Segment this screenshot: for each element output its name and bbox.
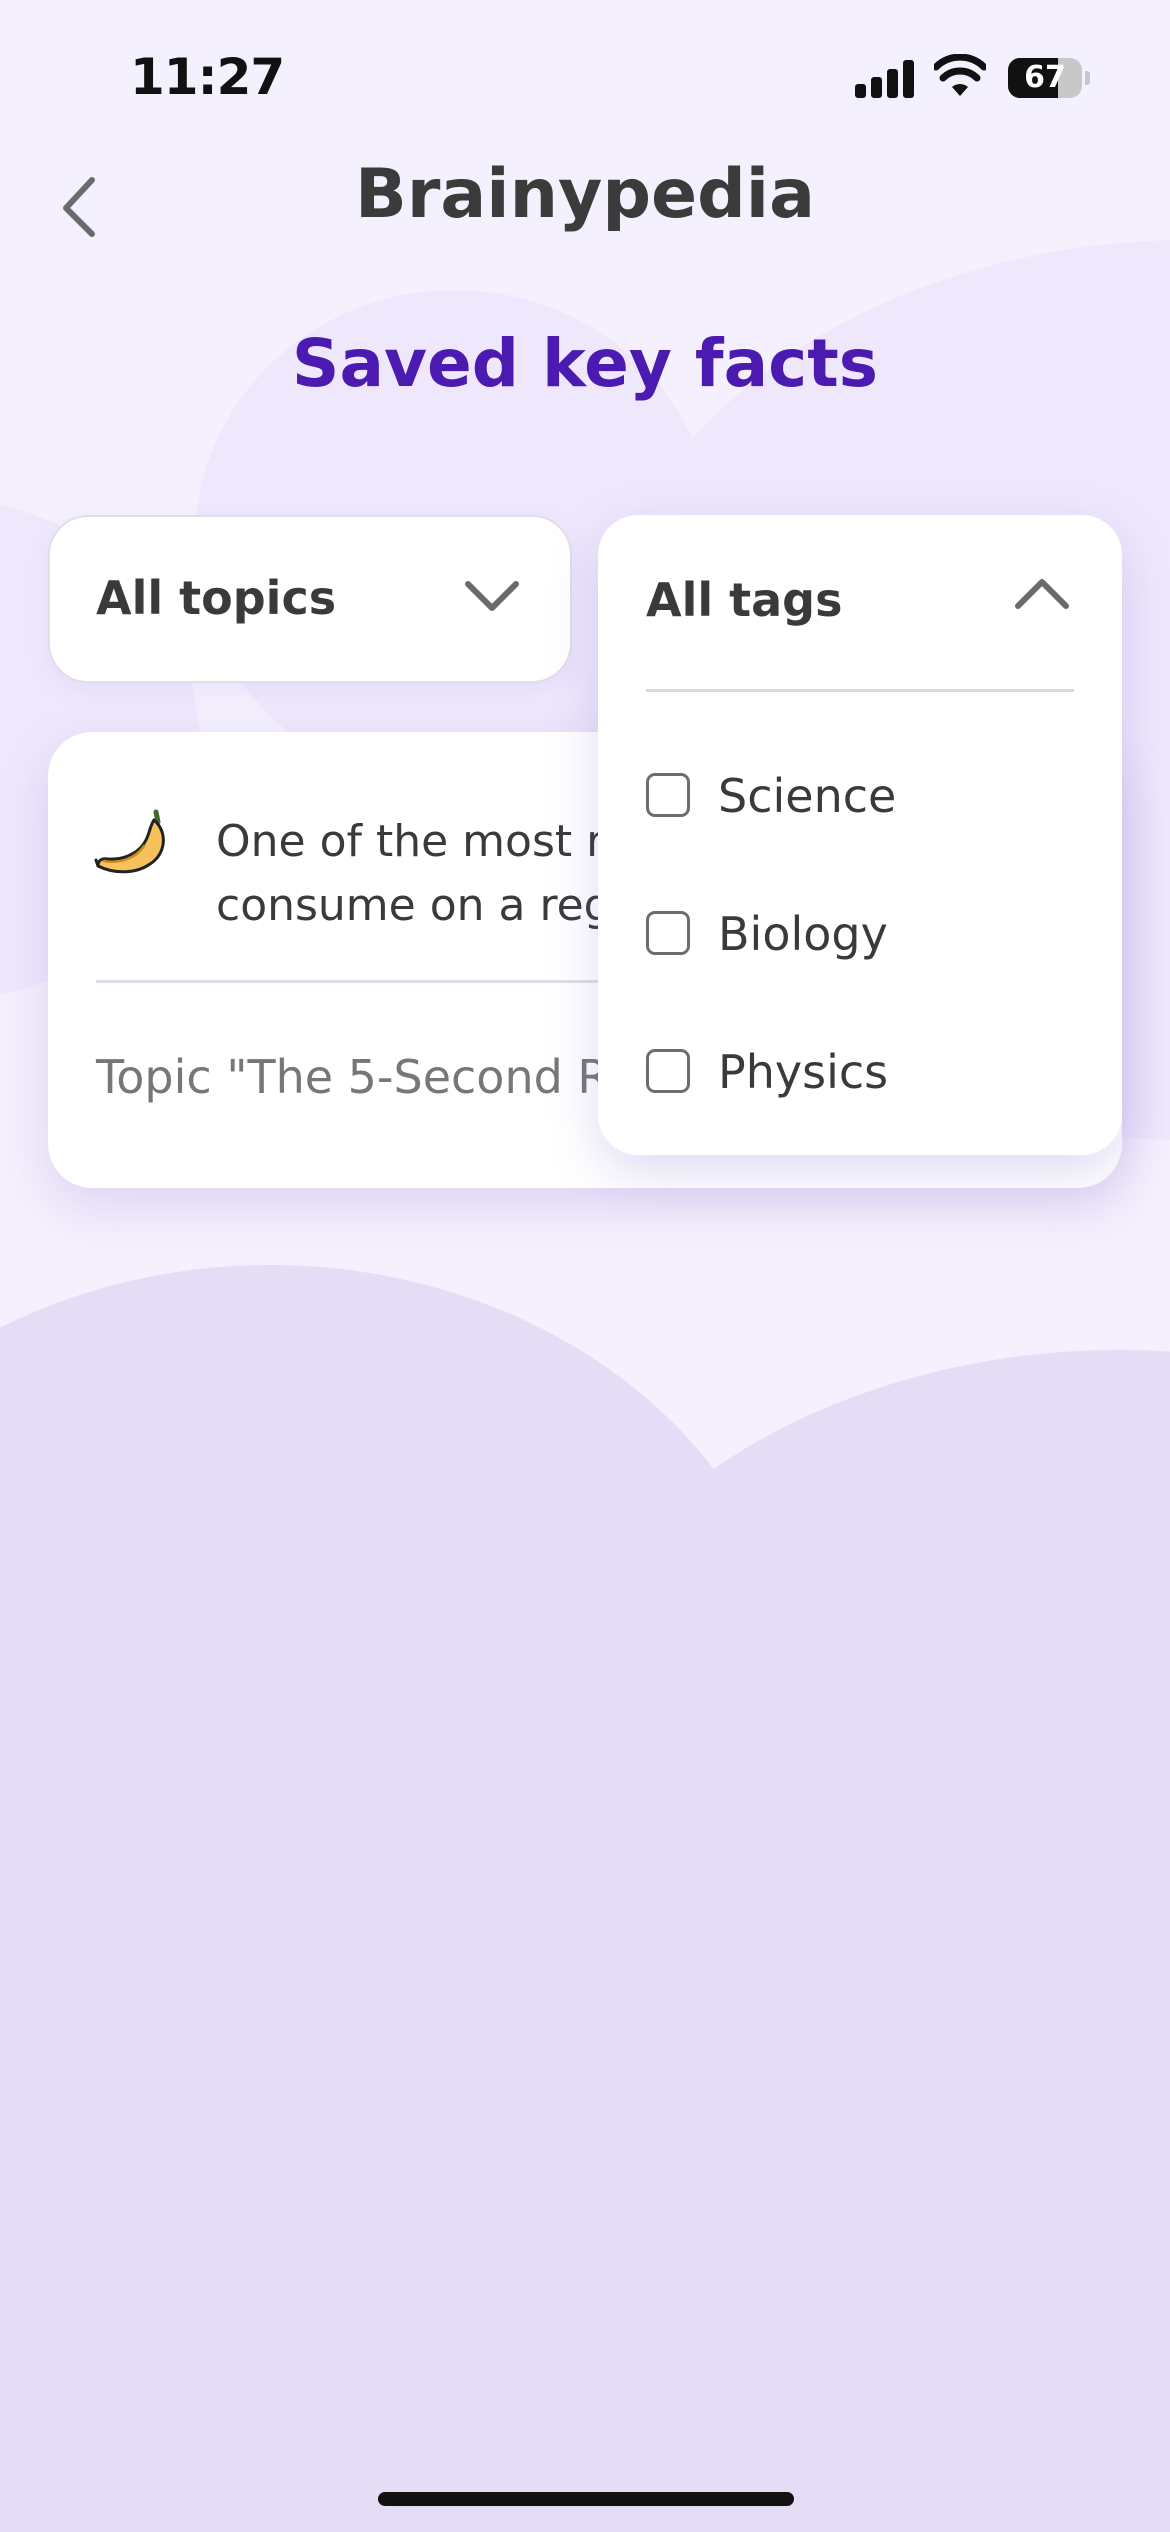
- banana-icon: [94, 809, 165, 874]
- physics-checkbox[interactable]: [646, 1049, 690, 1093]
- tag-option-label: Physics: [718, 1045, 889, 1099]
- tags-filter-label: All tags: [646, 573, 843, 627]
- tag-option-physics[interactable]: Physics: [646, 1031, 1066, 1111]
- cellular-signal-icon: [855, 58, 915, 98]
- dropdown-divider: [646, 689, 1074, 692]
- page-title: Saved key facts: [291, 325, 879, 402]
- app-title: Brainypedia: [355, 155, 815, 234]
- tag-option-label: Science: [718, 769, 897, 823]
- science-checkbox[interactable]: [646, 773, 690, 817]
- topics-filter-dropdown[interactable]: All topics: [48, 515, 572, 683]
- status-time: 11:27: [130, 48, 285, 106]
- wifi-icon: [934, 54, 986, 96]
- battery-percentage: 67: [1024, 60, 1066, 95]
- chevron-down-icon: [465, 581, 519, 611]
- chevron-up-icon: [1015, 579, 1069, 609]
- biology-checkbox[interactable]: [646, 911, 690, 955]
- tag-option-science[interactable]: Science: [646, 755, 1066, 835]
- tag-option-biology[interactable]: Biology: [646, 893, 1066, 973]
- tags-filter-dropdown[interactable]: All tags Science Biology Physics: [598, 515, 1122, 1155]
- home-indicator[interactable]: [378, 2492, 794, 2506]
- battery-icon: 67: [1008, 58, 1090, 98]
- tag-option-label: Biology: [718, 907, 888, 961]
- status-bar: 11:27 67: [0, 0, 1170, 150]
- topics-filter-label: All topics: [96, 571, 337, 625]
